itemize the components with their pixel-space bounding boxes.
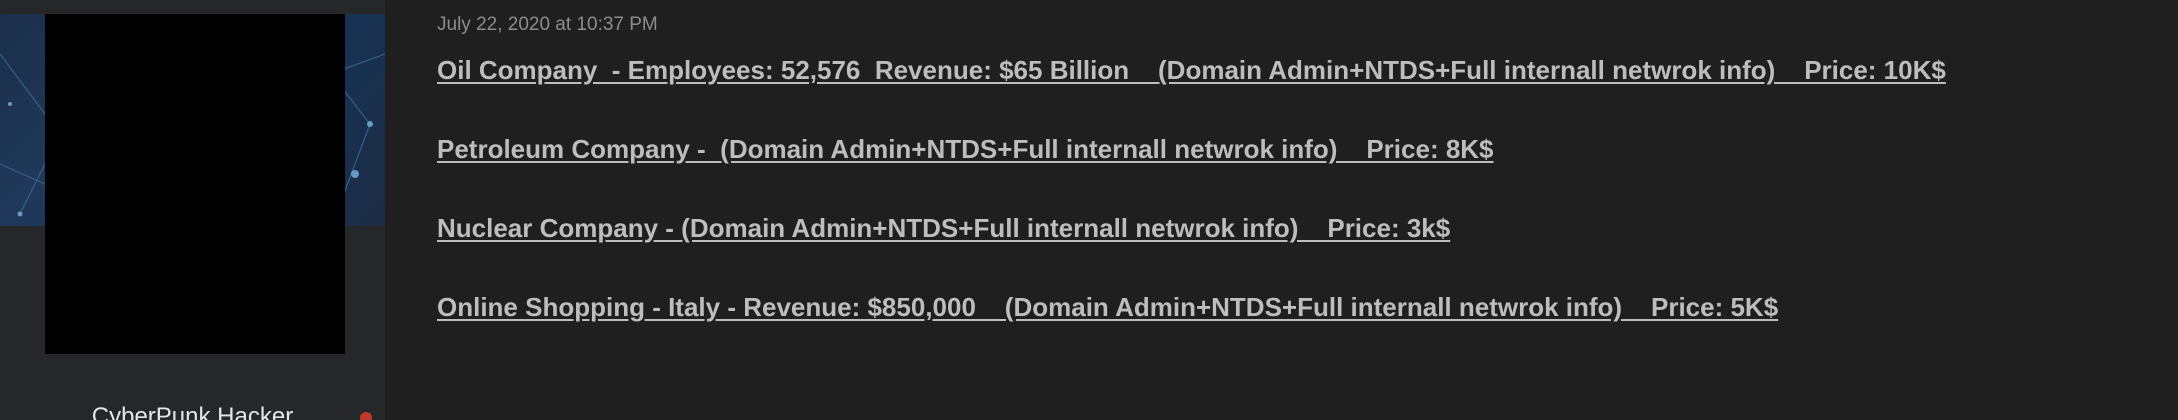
status-indicator	[360, 412, 372, 420]
forum-post: CyberPunk Hacker July 22, 2020 at 10:37 …	[0, 0, 2178, 420]
author-username[interactable]: CyberPunk Hacker	[0, 404, 385, 420]
listing-link-petroleum-company[interactable]: Petroleum Company - (Domain Admin+NTDS+F…	[437, 133, 1494, 165]
post-timestamp[interactable]: July 22, 2020 at 10:37 PM	[437, 13, 658, 37]
author-sidebar: CyberPunk Hacker	[0, 0, 385, 420]
listing-link-online-shopping[interactable]: Online Shopping - Italy - Revenue: $850,…	[437, 291, 1778, 323]
avatar[interactable]	[45, 14, 345, 354]
listing-link-oil-company[interactable]: Oil Company - Employees: 52,576 Revenue:…	[437, 54, 1946, 86]
listing-link-nuclear-company[interactable]: Nuclear Company - (Domain Admin+NTDS+Ful…	[437, 212, 1450, 244]
